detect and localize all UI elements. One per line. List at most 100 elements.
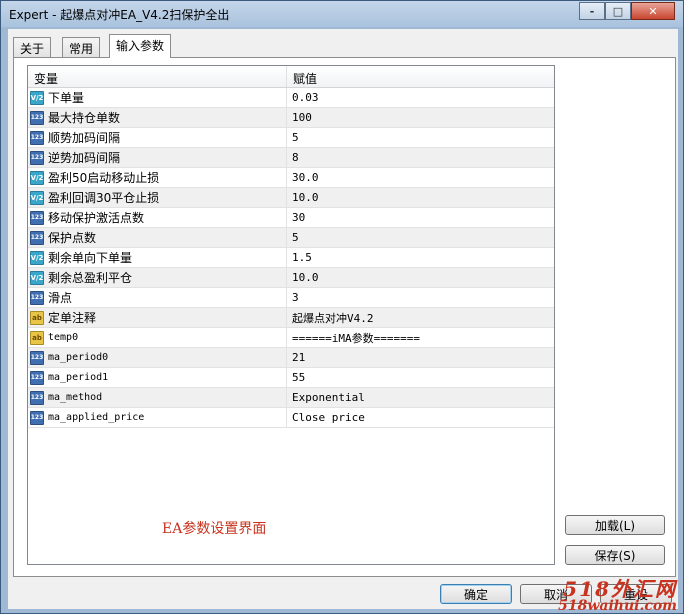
- param-name: 剩余单向下单量: [48, 251, 133, 265]
- title-bar[interactable]: Expert - 起爆点对冲EA_V4.2扫保护全出 - □ ✕: [1, 1, 683, 27]
- minimize-button[interactable]: -: [579, 2, 605, 20]
- param-name-cell: 123 ma_applied_price: [28, 407, 287, 428]
- column-header-variable[interactable]: 变量: [28, 66, 287, 87]
- param-name: 顺势加码间隔: [48, 131, 121, 145]
- table-row[interactable]: 123 顺势加码间隔 5: [28, 127, 554, 148]
- int-type-icon: 123: [30, 230, 44, 245]
- double-type-icon: V/2: [30, 90, 44, 105]
- int-type-icon: 123: [30, 290, 44, 305]
- param-name-cell: 123 移动保护激活点数: [28, 207, 287, 228]
- int-type-icon: 123: [30, 150, 44, 165]
- ok-button[interactable]: 确定: [440, 584, 512, 604]
- param-value-cell[interactable]: 10.0: [287, 191, 554, 204]
- param-name: 下单量: [48, 91, 85, 105]
- param-name-cell: 123 保护点数: [28, 227, 287, 248]
- double-type-icon: V/2: [30, 270, 44, 285]
- table-row[interactable]: V/2 盈利回调30平仓止损 10.0: [28, 187, 554, 208]
- table-row[interactable]: V/2 剩余单向下单量 1.5: [28, 247, 554, 268]
- param-name: 滑点: [48, 291, 73, 305]
- param-name: 剩余总盈利平仓: [48, 271, 133, 285]
- table-row[interactable]: 123 移动保护激活点数 30: [28, 207, 554, 228]
- table-row[interactable]: 123 保护点数 5: [28, 227, 554, 248]
- param-value-cell[interactable]: 30: [287, 211, 554, 224]
- param-name: 保护点数: [48, 231, 97, 245]
- tab-inputs[interactable]: 输入参数: [109, 34, 172, 58]
- param-value-cell[interactable]: 30.0: [287, 171, 554, 184]
- param-name: ma_period0: [48, 352, 109, 363]
- param-name: ma_period1: [48, 372, 109, 383]
- param-name: ma_method: [48, 392, 103, 403]
- param-name-cell: 123 ma_period0: [28, 347, 287, 368]
- watermark-line2: 518waihui.com: [558, 598, 677, 614]
- param-name-cell: ab temp0: [28, 327, 287, 348]
- load-button[interactable]: 加载(L): [565, 515, 665, 535]
- expert-dialog: Expert - 起爆点对冲EA_V4.2扫保护全出 - □ ✕ 关于 常用 输…: [0, 0, 684, 614]
- param-name-cell: V/2 下单量: [28, 87, 287, 108]
- table-row[interactable]: 123 滑点 3: [28, 287, 554, 308]
- table-row[interactable]: 123 ma_period1 55: [28, 367, 554, 388]
- param-value-cell[interactable]: 起爆点对冲V4.2: [287, 310, 554, 326]
- param-value-cell[interactable]: Exponential: [287, 391, 554, 404]
- param-value-cell[interactable]: 8: [287, 151, 554, 164]
- int-type-icon: 123: [30, 410, 44, 425]
- maximize-button[interactable]: □: [605, 2, 631, 20]
- site-watermark: 518外汇网 518waihui.com: [558, 579, 677, 613]
- param-name: 移动保护激活点数: [48, 211, 145, 225]
- param-name: 定单注释: [48, 311, 97, 325]
- watermark-line1: 518外汇网: [563, 577, 677, 601]
- param-value-cell[interactable]: 5: [287, 231, 554, 244]
- int-type-icon: 123: [30, 130, 44, 145]
- param-value-cell[interactable]: 100: [287, 111, 554, 124]
- inputs-panel: 变量 赋值 V/2 下单量 0.03 123 最大持仓单数 100 123 顺势加码间隔 5 12…: [13, 57, 676, 577]
- param-value-cell[interactable]: 21: [287, 351, 554, 364]
- close-button[interactable]: ✕: [631, 2, 675, 20]
- param-name: 最大持仓单数: [48, 111, 121, 125]
- table-row[interactable]: 123 最大持仓单数 100: [28, 107, 554, 128]
- table-row[interactable]: 123 ma_period0 21: [28, 347, 554, 368]
- param-name: ma_applied_price: [48, 412, 145, 423]
- caption-text: EA参数设置界面: [162, 521, 267, 537]
- param-name-cell: 123 顺势加码间隔: [28, 127, 287, 148]
- grid-header: 变量 赋值: [28, 66, 554, 88]
- table-row[interactable]: ab temp0 ======iMA参数=======: [28, 327, 554, 348]
- param-name-cell: V/2 剩余单向下单量: [28, 247, 287, 268]
- param-value-cell[interactable]: 3: [287, 291, 554, 304]
- parameter-grid: 变量 赋值 V/2 下单量 0.03 123 最大持仓单数 100 123 顺势加码间隔 5 12…: [27, 65, 555, 565]
- param-value-cell[interactable]: 1.5: [287, 251, 554, 264]
- double-type-icon: V/2: [30, 190, 44, 205]
- param-name-cell: V/2 盈利50启动移动止损: [28, 167, 287, 188]
- param-value-cell[interactable]: 10.0: [287, 271, 554, 284]
- int-type-icon: 123: [30, 110, 44, 125]
- table-row[interactable]: ab 定单注释 起爆点对冲V4.2: [28, 307, 554, 328]
- table-row[interactable]: V/2 剩余总盈利平仓 10.0: [28, 267, 554, 288]
- table-row[interactable]: 123 ma_method Exponential: [28, 387, 554, 408]
- dialog-client: 关于 常用 输入参数 变量 赋值 V/2 下单量 0.03 123 最大持仓单数 100 1…: [8, 29, 678, 609]
- param-value-cell[interactable]: ======iMA参数=======: [287, 330, 554, 346]
- string-type-icon: ab: [30, 310, 44, 325]
- int-type-icon: 123: [30, 350, 44, 365]
- window-title: Expert - 起爆点对冲EA_V4.2扫保护全出: [9, 8, 230, 22]
- param-name: temp0: [48, 332, 79, 343]
- param-value-cell[interactable]: 5: [287, 131, 554, 144]
- tab-about[interactable]: 关于: [13, 37, 52, 57]
- param-name-cell: 123 滑点: [28, 287, 287, 308]
- param-name-cell: 123 逆势加码间隔: [28, 147, 287, 168]
- int-type-icon: 123: [30, 390, 44, 405]
- table-row[interactable]: 123 ma_applied_price Close price: [28, 407, 554, 428]
- param-name-cell: V/2 盈利回调30平仓止损: [28, 187, 287, 208]
- param-value-cell[interactable]: 55: [287, 371, 554, 384]
- table-row[interactable]: 123 逆势加码间隔 8: [28, 147, 554, 168]
- save-button[interactable]: 保存(S): [565, 545, 665, 565]
- grid-body: V/2 下单量 0.03 123 最大持仓单数 100 123 顺势加码间隔 5 123 逆势加码间…: [28, 87, 554, 428]
- param-name-cell: 123 ma_method: [28, 387, 287, 408]
- double-type-icon: V/2: [30, 250, 44, 265]
- param-name: 逆势加码间隔: [48, 151, 121, 165]
- double-type-icon: V/2: [30, 170, 44, 185]
- table-row[interactable]: V/2 下单量 0.03: [28, 87, 554, 108]
- param-value-cell[interactable]: Close price: [287, 411, 554, 424]
- param-name-cell: V/2 剩余总盈利平仓: [28, 267, 287, 288]
- param-value-cell[interactable]: 0.03: [287, 91, 554, 104]
- tab-common[interactable]: 常用: [62, 37, 101, 57]
- table-row[interactable]: V/2 盈利50启动移动止损 30.0: [28, 167, 554, 188]
- column-header-value[interactable]: 赋值: [287, 66, 554, 87]
